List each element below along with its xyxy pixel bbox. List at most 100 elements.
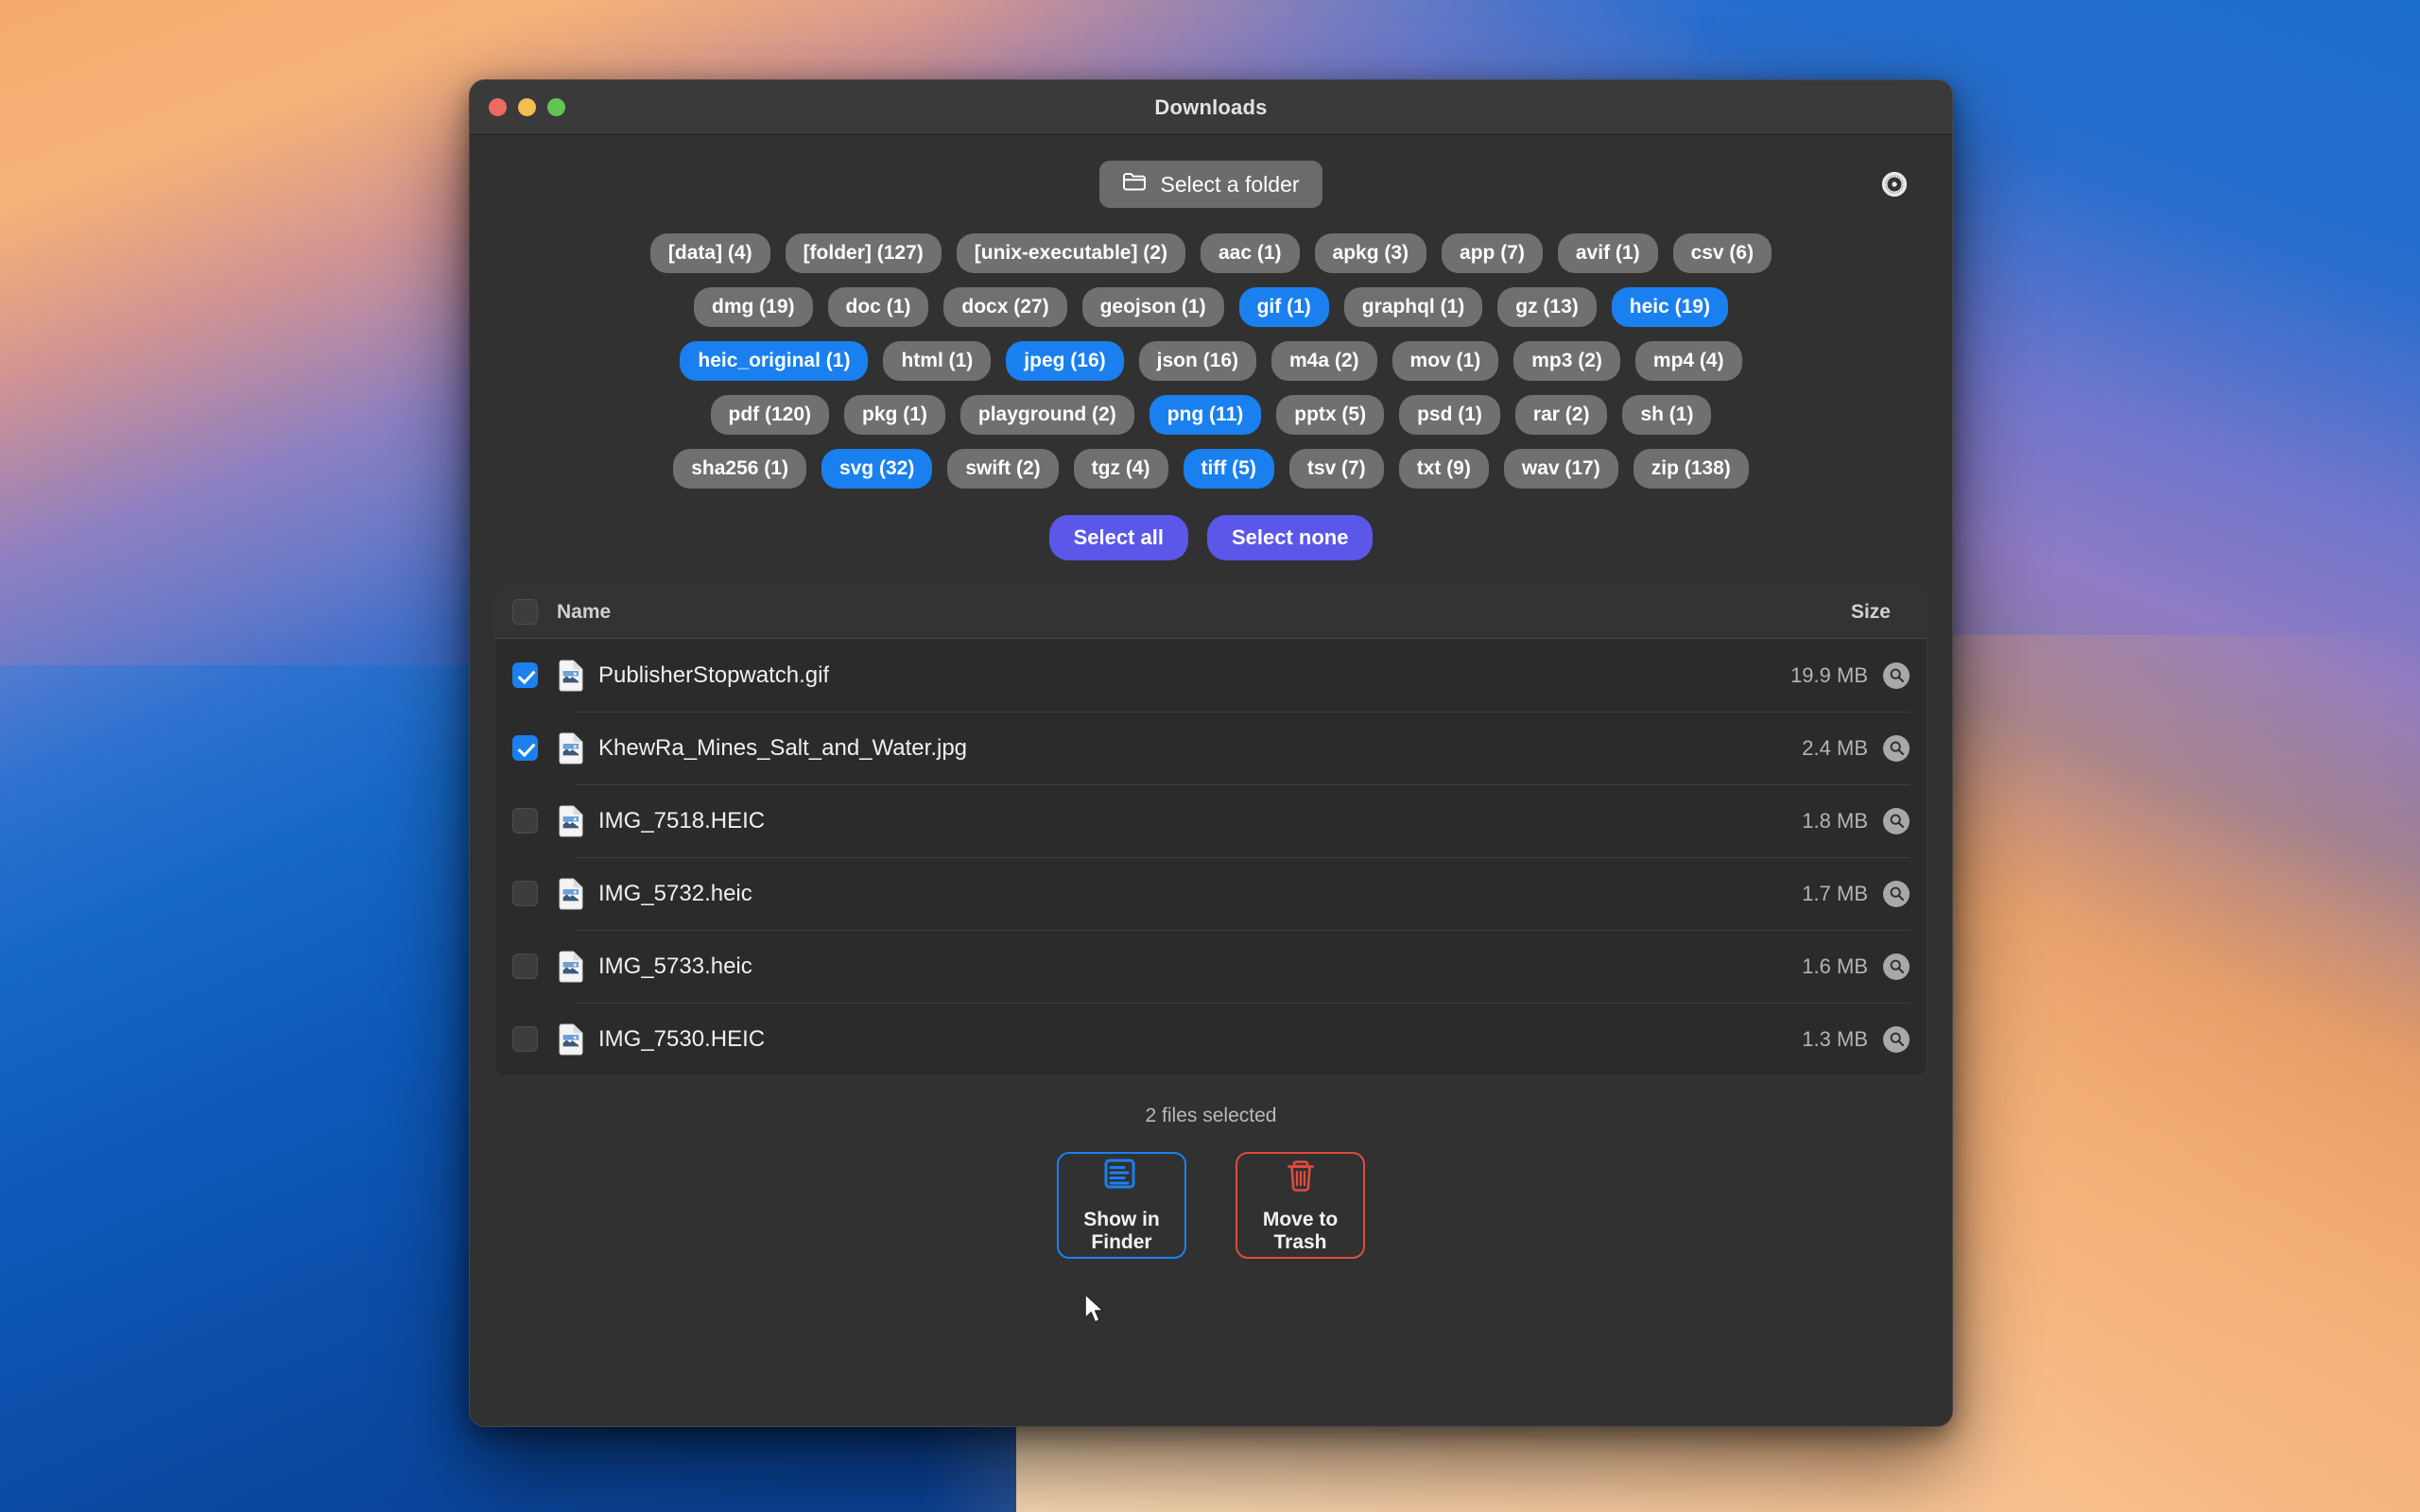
footer-actions: Show in Finder Move to Trash [494,1152,1927,1259]
filter-chip[interactable]: gz (13) [1497,287,1597,327]
image-file-icon [557,951,585,983]
filter-chip[interactable]: tgz (4) [1073,449,1168,489]
row-checkbox[interactable] [512,735,538,761]
gear-icon [1878,171,1910,203]
filter-chip[interactable]: gif (1) [1238,287,1329,327]
file-name: IMG_7530.HEIC [598,1025,766,1052]
file-name: IMG_7518.HEIC [598,807,766,833]
desktop: Downloads Select a folder [data] (4) [fo… [0,0,2420,1512]
filter-chip[interactable]: doc (1) [827,287,929,327]
filter-chip[interactable]: sha256 (1) [673,449,806,489]
row-checkbox[interactable] [512,808,538,833]
filter-chip[interactable]: [folder] (127) [785,233,942,273]
magnifier-icon[interactable] [1883,734,1910,762]
filter-chip[interactable]: dmg (19) [694,287,813,327]
file-name: IMG_5733.heic [598,953,752,979]
filter-chip-row: sha256 (1) svg (32) swift (2) tgz (4) tiff (… [494,449,1927,489]
move-to-trash-label: Move to Trash [1262,1209,1339,1253]
filter-chip[interactable]: pdf (120) [710,395,830,435]
filter-chip[interactable]: mp4 (4) [1634,341,1742,381]
select-all-button[interactable]: Select all [1048,515,1188,560]
filter-chip[interactable]: graphql (1) [1343,287,1483,327]
filter-chip[interactable]: rar (2) [1514,395,1608,435]
filter-chip[interactable]: tsv (7) [1288,449,1384,489]
filter-chip-row: dmg (19) doc (1) docx (27) geojson (1) gif (… [494,287,1927,327]
filter-chip[interactable]: playground (2) [959,395,1134,435]
filter-chip[interactable]: geojson (1) [1081,287,1224,327]
table-row[interactable]: KhewRa_Mines_Salt_and_Water.jpg 2.4 MB [495,712,1927,784]
filter-chip[interactable]: m4a (2) [1271,341,1377,381]
window-titlebar: Downloads [470,80,1952,135]
magnifier-icon[interactable] [1883,1025,1910,1053]
filter-chip[interactable]: heic_original (1) [680,341,869,381]
filter-chip[interactable]: mov (1) [1392,341,1499,381]
select-all-checkbox[interactable] [512,599,538,625]
filter-chip[interactable]: avif (1) [1557,233,1658,273]
window-content: Select a folder [data] (4) [folder] (127… [470,135,1952,1426]
image-file-icon [557,805,585,837]
image-file-icon [557,660,585,692]
file-size: 19.9 MB [1790,662,1868,687]
filter-chip[interactable]: jpeg (16) [1006,341,1124,381]
table-row[interactable]: IMG_5733.heic 1.6 MB [495,930,1927,1003]
filter-chip[interactable]: app (7) [1442,233,1543,273]
file-name: PublisherStopwatch.gif [598,662,830,688]
filter-chip[interactable]: html (1) [883,341,992,381]
table-body: PublisherStopwatch.gif 19.9 MB KhewRa_Mine… [495,639,1927,1075]
file-size: 1.3 MB [1802,1026,1868,1051]
magnifier-icon[interactable] [1883,807,1910,834]
row-checkbox[interactable] [512,662,538,688]
filter-chip-row: pdf (120) pkg (1) playground (2) png (11) pp… [494,395,1927,435]
table-row[interactable]: IMG_5732.heic 1.7 MB [495,857,1927,930]
file-size: 1.8 MB [1802,808,1868,833]
folder-icon [1122,171,1147,198]
filter-chip[interactable]: wav (17) [1503,449,1618,489]
filter-chip[interactable]: txt (9) [1398,449,1489,489]
settings-button[interactable] [1873,163,1916,206]
select-none-button[interactable]: Select none [1206,515,1374,560]
filter-chip[interactable]: docx (27) [943,287,1067,327]
filter-chip[interactable]: psd (1) [1399,395,1500,435]
filter-chip[interactable]: [unix-executable] (2) [956,233,1185,273]
filter-chip[interactable]: mp3 (2) [1513,341,1620,381]
table-row[interactable]: PublisherStopwatch.gif 19.9 MB [495,639,1927,712]
filter-chip[interactable]: pptx (5) [1276,395,1385,435]
filter-chip[interactable]: tiff (5) [1183,449,1274,489]
file-name: KhewRa_Mines_Salt_and_Water.jpg [598,734,968,761]
show-in-finder-button[interactable]: Show in Finder [1057,1152,1186,1259]
filter-chip[interactable]: json (16) [1138,341,1256,381]
filter-chip[interactable]: sh (1) [1622,395,1712,435]
show-in-finder-label: Show in Finder [1083,1209,1160,1253]
filter-chip[interactable]: csv (6) [1672,233,1772,273]
filter-chip[interactable]: swift (2) [947,449,1059,489]
filter-chip[interactable]: [data] (4) [649,233,770,273]
file-table: Name Size PublisherStopwatch.gif 19.9 MB K… [494,585,1927,1076]
file-size: 1.6 MB [1802,954,1868,978]
row-checkbox[interactable] [512,1026,538,1052]
filter-chips: [data] (4) [folder] (127) [unix-executable… [494,233,1927,507]
filter-chip[interactable]: apkg (3) [1314,233,1427,273]
trash-icon [1283,1157,1319,1197]
magnifier-icon[interactable] [1883,880,1910,907]
filter-chip[interactable]: heic (19) [1611,287,1728,327]
row-checkbox[interactable] [512,881,538,906]
file-size: 1.7 MB [1802,881,1868,905]
column-header-name: Name [557,600,612,623]
select-folder-button[interactable]: Select a folder [1099,161,1322,208]
filter-chip[interactable]: svg (32) [821,449,933,489]
toolbar: Select a folder [494,135,1927,233]
table-row[interactable]: IMG_7518.HEIC 1.8 MB [495,784,1927,857]
file-name: IMG_5732.heic [598,880,752,906]
filter-chip[interactable]: zip (138) [1633,449,1749,489]
magnifier-icon[interactable] [1883,662,1910,689]
selection-status: 2 files selected [1145,1105,1277,1126]
magnifier-icon[interactable] [1883,953,1910,980]
filter-chip-row: [data] (4) [folder] (127) [unix-executable… [494,233,1927,273]
image-file-icon [557,732,585,765]
table-row[interactable]: IMG_7530.HEIC 1.3 MB [495,1003,1927,1075]
filter-chip[interactable]: png (11) [1149,395,1262,435]
filter-chip[interactable]: aac (1) [1200,233,1300,273]
move-to-trash-button[interactable]: Move to Trash [1236,1152,1365,1259]
row-checkbox[interactable] [512,954,538,979]
filter-chip[interactable]: pkg (1) [844,395,945,435]
